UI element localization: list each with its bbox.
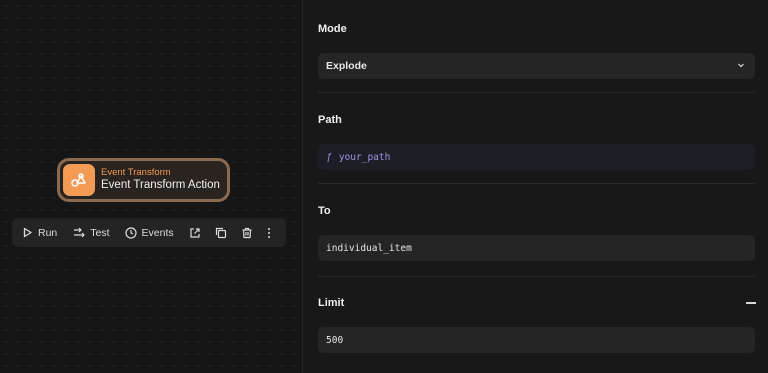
run-label: Run — [38, 226, 58, 239]
test-label: Test — [90, 226, 110, 239]
function-icon: ƒ — [326, 151, 332, 163]
play-icon — [23, 227, 32, 238]
path-value: your_path — [338, 151, 391, 163]
mode-value: Explode — [326, 60, 367, 72]
collapse-icon[interactable] — [746, 302, 756, 304]
node-name: Event Transform Action — [101, 178, 220, 191]
divider — [318, 183, 755, 184]
export-icon[interactable] — [189, 226, 201, 240]
mode-label: Mode — [318, 23, 347, 35]
divider — [318, 276, 755, 277]
clock-icon — [124, 226, 137, 239]
node-type-label: Event Transform — [101, 166, 171, 178]
divider — [318, 92, 755, 93]
delete-icon[interactable] — [241, 226, 253, 240]
node-toolbar: Run Test Events — [12, 218, 286, 247]
duplicate-icon[interactable] — [215, 226, 227, 240]
transform-icon — [63, 164, 95, 196]
test-icon — [74, 227, 86, 237]
to-input[interactable]: individual_item — [318, 235, 755, 261]
limit-value: 500 — [326, 334, 344, 346]
chevron-down-icon — [738, 63, 744, 68]
run-button[interactable]: Run — [22, 227, 57, 239]
events-button[interactable]: Events — [124, 226, 174, 239]
more-options-icon[interactable] — [267, 226, 272, 240]
limit-label: Limit — [318, 297, 345, 309]
settings-panel: Mode Explode Path ƒ your_path To individ… — [304, 0, 768, 373]
path-input[interactable]: ƒ your_path — [318, 144, 755, 170]
to-value: individual_item — [326, 242, 412, 254]
to-label: To — [318, 205, 331, 217]
mode-select[interactable]: Explode — [318, 53, 755, 79]
events-label: Events — [141, 226, 174, 239]
limit-input[interactable]: 500 — [318, 327, 755, 353]
path-label: Path — [318, 114, 342, 126]
test-button[interactable]: Test — [73, 226, 110, 239]
workflow-canvas[interactable]: Event Transform Event Transform Action R… — [0, 0, 303, 373]
event-transform-node[interactable]: Event Transform Event Transform Action — [57, 158, 230, 202]
